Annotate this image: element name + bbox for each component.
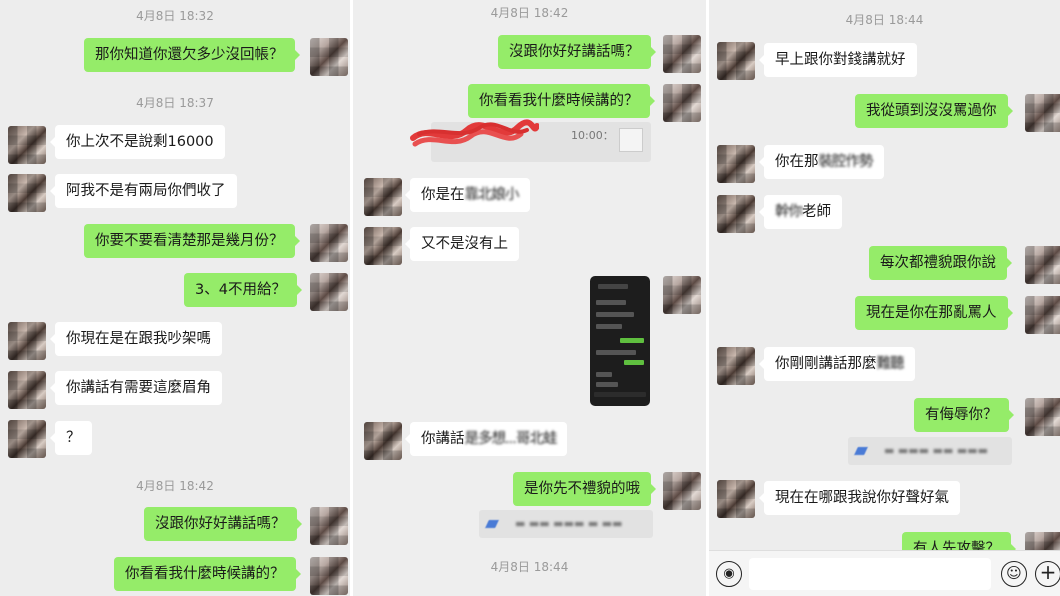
quote-time: 10:00：: [571, 129, 614, 142]
emoji-icon[interactable]: ☺: [1001, 561, 1027, 587]
avatar-self[interactable]: [310, 224, 348, 262]
quote-thumbnail: [619, 128, 643, 152]
timestamp: 4月8日 18:42: [490, 6, 569, 20]
message-bubble-outgoing[interactable]: 沒跟你好好講話嗎？: [144, 507, 301, 541]
censored-text: 難聽: [876, 356, 905, 372]
censored-text: 靠北娘小: [464, 187, 520, 203]
avatar-contact[interactable]: [717, 480, 755, 518]
chat-panel-1: 4月8日 18:32 那你知道你還欠多少沒回帳？ 4月8日 18:37 你上次不…: [0, 0, 350, 596]
message-bubble-outgoing[interactable]: 那你知道你還欠多少沒回帳？: [84, 38, 299, 72]
message-text: 你在那: [775, 154, 819, 170]
avatar-contact[interactable]: [8, 126, 46, 164]
message-bubble-incoming[interactable]: 你講話是多想...哥北蛙: [404, 422, 568, 456]
avatar-self[interactable]: [1025, 94, 1060, 132]
message-bubble-outgoing[interactable]: 沒跟你好好講話嗎？: [498, 35, 655, 69]
censored-text: 裝腔作勢: [818, 154, 874, 170]
timestamp: 4月8日 18:44: [490, 560, 569, 574]
quote-icon: [854, 447, 868, 455]
avatar-self[interactable]: [663, 276, 701, 314]
avatar-self[interactable]: [1025, 246, 1060, 284]
message-bubble-outgoing[interactable]: 每次都禮貌跟你說: [869, 246, 1012, 280]
message-bubble-incoming[interactable]: 現在在哪跟我說你好聲好氣: [759, 481, 960, 515]
message-bubble-incoming[interactable]: 你剛剛講話那麼難聽: [759, 347, 915, 381]
avatar-contact[interactable]: [8, 371, 46, 409]
timestamp: 4月8日 18:44: [845, 13, 924, 27]
censored-text: 幹你: [775, 204, 803, 220]
chat-panel-3: 4月8日 18:44 早上跟你對錢講就好 我從頭到沒沒罵過你 你在那裝腔作勢 幹…: [709, 0, 1060, 596]
avatar-contact[interactable]: [8, 420, 46, 458]
plus-icon[interactable]: +: [1035, 561, 1060, 587]
red-scribble-redaction: [410, 119, 539, 147]
chat-panel-2: 4月8日 18:42 沒跟你好好講話嗎？ 你看看我什麼時候講的？ 10:00： …: [353, 0, 706, 596]
avatar-self[interactable]: [1025, 296, 1060, 334]
message-input-field[interactable]: [749, 558, 991, 590]
voice-icon[interactable]: ◉: [716, 561, 742, 587]
timestamp: 4月8日 18:32: [136, 9, 214, 23]
screenshot-image-message[interactable]: [590, 276, 650, 406]
message-text: 你講話: [421, 431, 465, 447]
avatar-self[interactable]: [310, 38, 348, 76]
message-bubble-incoming[interactable]: 阿我不是有兩局你們收了: [50, 174, 237, 208]
avatar-contact[interactable]: [364, 178, 402, 216]
avatar-contact[interactable]: [717, 195, 755, 233]
message-bubble-outgoing[interactable]: 是你先不禮貌的哦: [513, 472, 656, 506]
message-text: 老師: [802, 204, 831, 220]
message-bubble-incoming[interactable]: 你上次不是說剩16000: [50, 125, 225, 159]
message-bubble-incoming[interactable]: 你在那裝腔作勢: [759, 145, 884, 179]
message-bubble-outgoing[interactable]: 3、4不用給？: [184, 273, 302, 307]
quoted-message[interactable]: ▬ ▬▬ ▬▬▬ ▬ ▬▬: [479, 510, 653, 538]
avatar-contact[interactable]: [717, 42, 755, 80]
message-bubble-outgoing[interactable]: 你要不要看清楚那是幾月份？: [84, 224, 299, 258]
avatar-contact[interactable]: [717, 145, 755, 183]
quoted-message[interactable]: ▬ ▬▬▬ ▬▬ ▬▬▬: [848, 437, 1012, 465]
message-bubble-outgoing[interactable]: 現在是你在那亂罵人: [855, 296, 1012, 330]
avatar-contact[interactable]: [364, 227, 402, 265]
avatar-self[interactable]: [310, 557, 348, 595]
message-text: 你剛剛講話那麼: [775, 356, 877, 372]
message-bubble-incoming[interactable]: 你現在是在跟我吵架嗎: [50, 322, 222, 356]
avatar-self[interactable]: [1025, 398, 1060, 436]
timestamp: 4月8日 18:42: [136, 479, 214, 493]
timestamp: 4月8日 18:37: [136, 96, 214, 110]
message-bubble-incoming[interactable]: 你是在靠北娘小: [405, 178, 530, 212]
avatar-contact[interactable]: [8, 174, 46, 212]
message-bubble-incoming[interactable]: 幹你老師: [759, 195, 842, 229]
message-bubble-incoming[interactable]: 又不是沒有上: [405, 227, 519, 261]
quote-icon: [485, 520, 499, 528]
avatar-self[interactable]: [310, 273, 348, 311]
message-bubble-incoming[interactable]: 你講話有需要這麼眉角: [50, 371, 222, 405]
message-text: 你是在: [421, 187, 465, 203]
avatar-self[interactable]: [663, 472, 701, 510]
avatar-self[interactable]: [663, 35, 701, 73]
message-bubble-incoming[interactable]: 早上跟你對錢講就好: [759, 43, 917, 77]
message-bubble-outgoing[interactable]: 你看看我什麼時候講的？: [114, 557, 300, 591]
message-bubble-incoming[interactable]: ？: [50, 421, 92, 455]
avatar-contact[interactable]: [8, 322, 46, 360]
message-bubble-outgoing[interactable]: 有侮辱你？: [914, 398, 1013, 432]
avatar-self[interactable]: [663, 84, 701, 122]
avatar-contact[interactable]: [717, 347, 755, 385]
censored-text: 是多想...哥北蛙: [464, 431, 558, 447]
message-bubble-outgoing[interactable]: 你看看我什麼時候講的？: [468, 84, 654, 118]
message-bubble-outgoing[interactable]: 我從頭到沒沒罵過你: [855, 94, 1012, 128]
avatar-self[interactable]: [310, 507, 348, 545]
message-input-bar: ◉ ☺ +: [709, 550, 1060, 596]
avatar-contact[interactable]: [364, 422, 402, 460]
